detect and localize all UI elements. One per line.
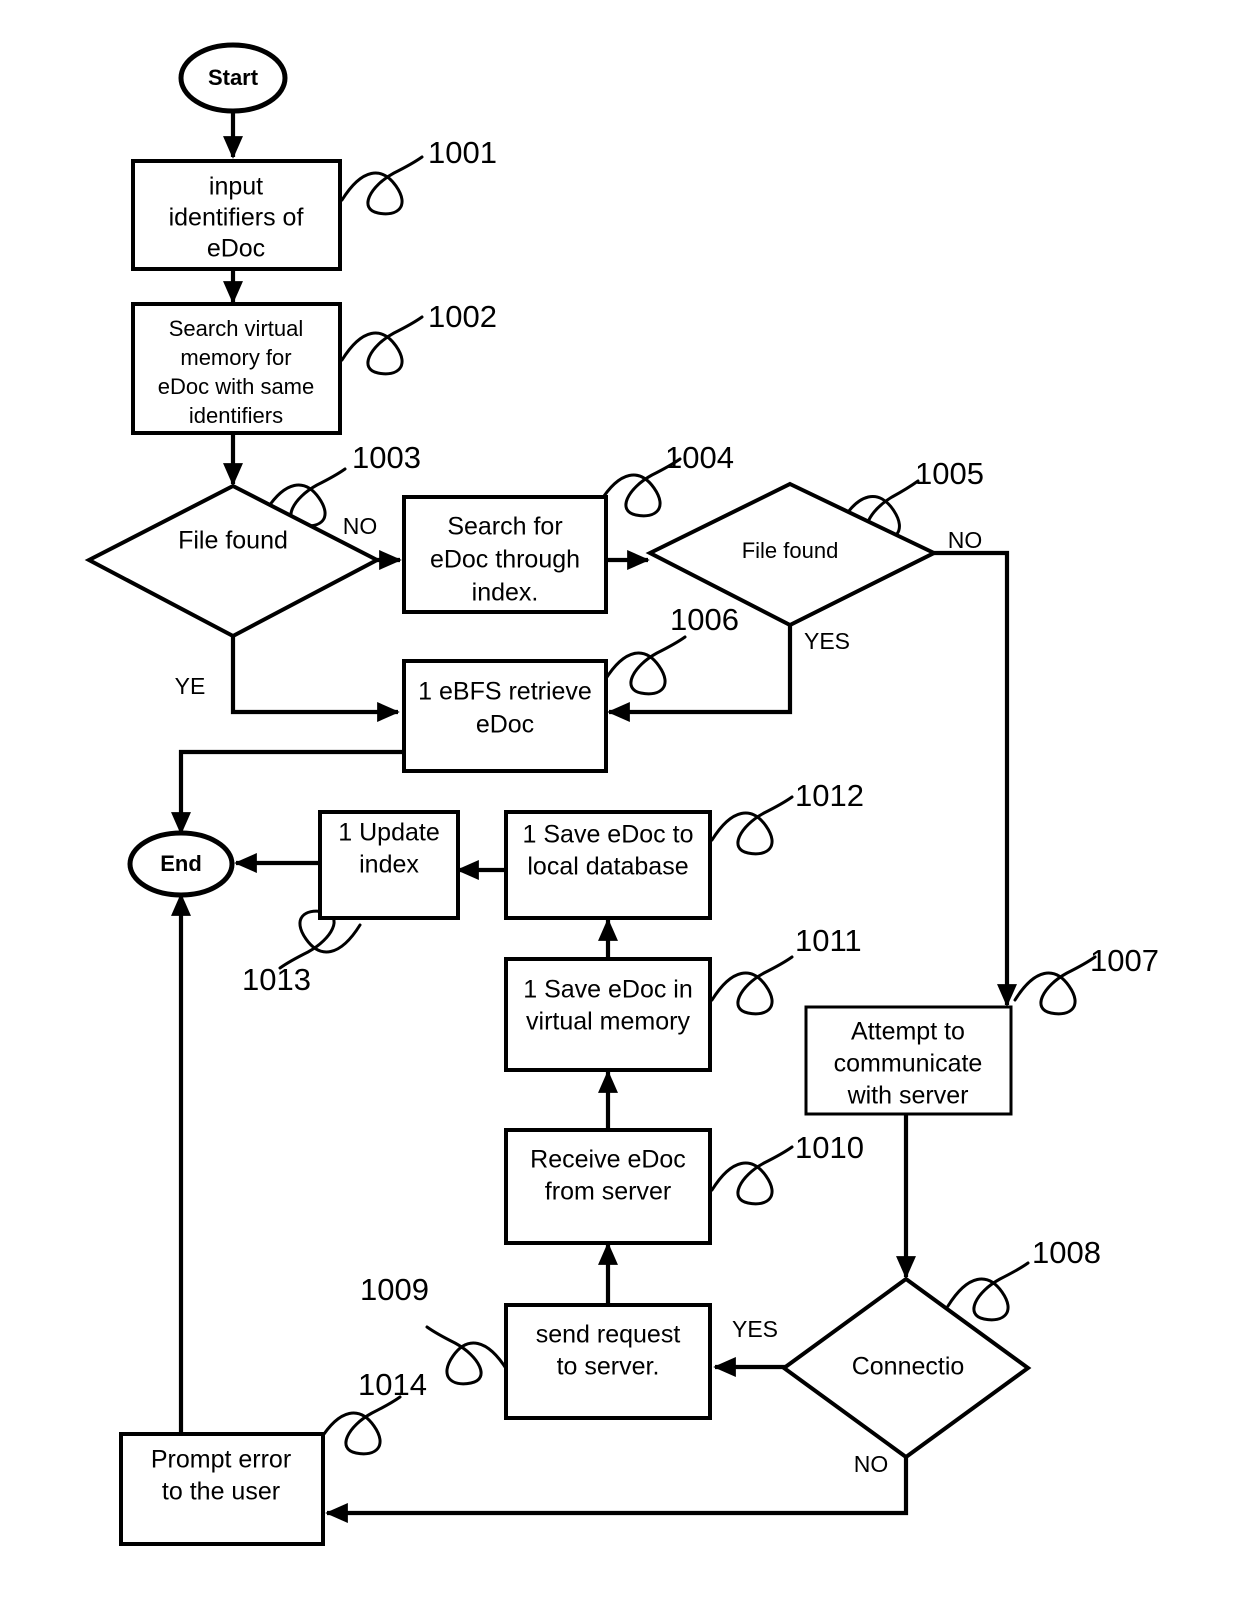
- end-label: End: [160, 851, 202, 876]
- box-1012-line-1: 1 Save eDoc to: [523, 821, 694, 849]
- ref-numeral-1012: 1012: [795, 778, 864, 813]
- box-1010-line-2: from server: [545, 1178, 671, 1206]
- edge-label-no-1008: NO: [854, 1451, 889, 1477]
- leader-1011: [710, 955, 794, 1016]
- leader-1001: [340, 155, 424, 216]
- box-1007-line-3: with server: [847, 1082, 969, 1110]
- box-1001-line-2: identifiers of: [169, 204, 304, 232]
- ref-numeral-1002: 1002: [428, 299, 497, 334]
- node-1007: Attempt to communicate with server: [804, 1005, 1013, 1116]
- node-1004: Search for eDoc through index.: [402, 495, 608, 614]
- box-1002-line-4: identifiers: [189, 403, 283, 428]
- ref-numeral-1013: 1013: [242, 962, 311, 997]
- node-1001: input identifiers of eDoc: [131, 159, 342, 271]
- leader-1008: [946, 1261, 1030, 1322]
- leader-1002: [340, 315, 424, 376]
- box-1002-line-3: eDoc with same: [158, 374, 315, 399]
- node-1012: 1 Save eDoc to local database: [504, 810, 712, 920]
- box-1001-line-3: eDoc: [207, 235, 265, 263]
- flowchart-figure: Start input identifiers of eDoc Search v…: [0, 0, 1240, 1609]
- ref-numeral-1010: 1010: [795, 1130, 864, 1165]
- edge-1003-ye-to-1006: [230, 636, 400, 722]
- ref-numeral-1005: 1005: [915, 456, 984, 491]
- edge-label-yes-1008: YES: [732, 1316, 778, 1342]
- box-1014-line-1: Prompt error: [151, 1446, 291, 1474]
- box-1004-line-3: index.: [472, 579, 539, 607]
- edge-label-no-1003: NO: [343, 513, 378, 539]
- ref-numeral-1001: 1001: [428, 135, 497, 170]
- box-1007-line-1: Attempt to: [851, 1018, 965, 1046]
- box-1014-line-2: to the user: [162, 1478, 280, 1506]
- start-label: Start: [208, 65, 259, 90]
- node-1014: Prompt error to the user: [119, 1432, 325, 1546]
- edge-label-yes-1005: YES: [804, 628, 850, 654]
- node-1003: File found: [84, 483, 382, 639]
- node-1010: Receive eDoc from server: [504, 1128, 712, 1245]
- ref-numeral-1006: 1006: [670, 602, 739, 637]
- diamond-1003: [84, 483, 382, 639]
- ref-numeral-1007: 1007: [1090, 943, 1159, 978]
- box-1011-line-2: virtual memory: [526, 1008, 690, 1036]
- box-1004-line-1: Search for: [447, 513, 562, 541]
- edge-1008-no-to-1014: [325, 1457, 909, 1523]
- box-1006-line-1: 1 eBFS retrieve: [418, 678, 592, 706]
- leader-1010: [710, 1145, 794, 1206]
- box-1013-line-2: index: [359, 851, 419, 879]
- ref-numeral-1004: 1004: [665, 440, 734, 475]
- node-end: End: [127, 830, 235, 898]
- ref-numeral-1009: 1009: [360, 1272, 429, 1307]
- flowchart-canvas: Start input identifiers of eDoc Search v…: [84, 42, 1159, 1546]
- node-1009: send request to server.: [504, 1303, 712, 1420]
- node-1002: Search virtual memory for eDoc with same…: [131, 302, 342, 435]
- node-1013: 1 Update index: [318, 810, 460, 920]
- edge-label-no-1005: NO: [948, 527, 983, 553]
- box-1002-line-1: Search virtual: [169, 316, 304, 341]
- edge-1005-no-to-1007: [934, 550, 1017, 1007]
- leader-1012: [710, 795, 794, 856]
- diamond-1008-label: Connectio: [852, 1353, 965, 1381]
- box-1004-line-2: eDoc through: [430, 546, 580, 574]
- box-1002-line-2: memory for: [180, 345, 291, 370]
- leader-1007: [1013, 955, 1097, 1016]
- node-1006: 1 eBFS retrieve eDoc: [402, 659, 608, 773]
- diamond-1003-label: File found: [178, 527, 288, 555]
- ref-numeral-1011: 1011: [795, 923, 862, 958]
- leader-1009: [425, 1325, 509, 1386]
- box-1009-line-2: to server.: [557, 1353, 660, 1381]
- leader-1006: [603, 635, 687, 696]
- node-start: Start: [178, 42, 288, 114]
- diamond-1005-label: File found: [742, 538, 839, 563]
- edge-label-ye-1003: YE: [175, 673, 206, 699]
- box-1012-line-2: local database: [527, 853, 688, 881]
- box-1010-line-1: Receive eDoc: [530, 1146, 686, 1174]
- box-1007-line-2: communicate: [834, 1050, 983, 1078]
- box-1009-line-1: send request: [536, 1321, 681, 1349]
- node-1011: 1 Save eDoc in virtual memory: [504, 957, 712, 1072]
- ref-numeral-1014: 1014: [358, 1367, 427, 1402]
- ref-numeral-1003: 1003: [352, 440, 421, 475]
- node-1008: Connectio: [780, 1276, 1032, 1460]
- box-1011-line-1: 1 Save eDoc in: [523, 976, 693, 1004]
- ref-numeral-1008: 1008: [1032, 1235, 1101, 1270]
- box-1001-line-1: input: [209, 173, 263, 201]
- leader-1014: [318, 1395, 402, 1456]
- box-1013-line-1: 1 Update: [338, 819, 439, 847]
- box-1006-line-2: eDoc: [476, 711, 534, 739]
